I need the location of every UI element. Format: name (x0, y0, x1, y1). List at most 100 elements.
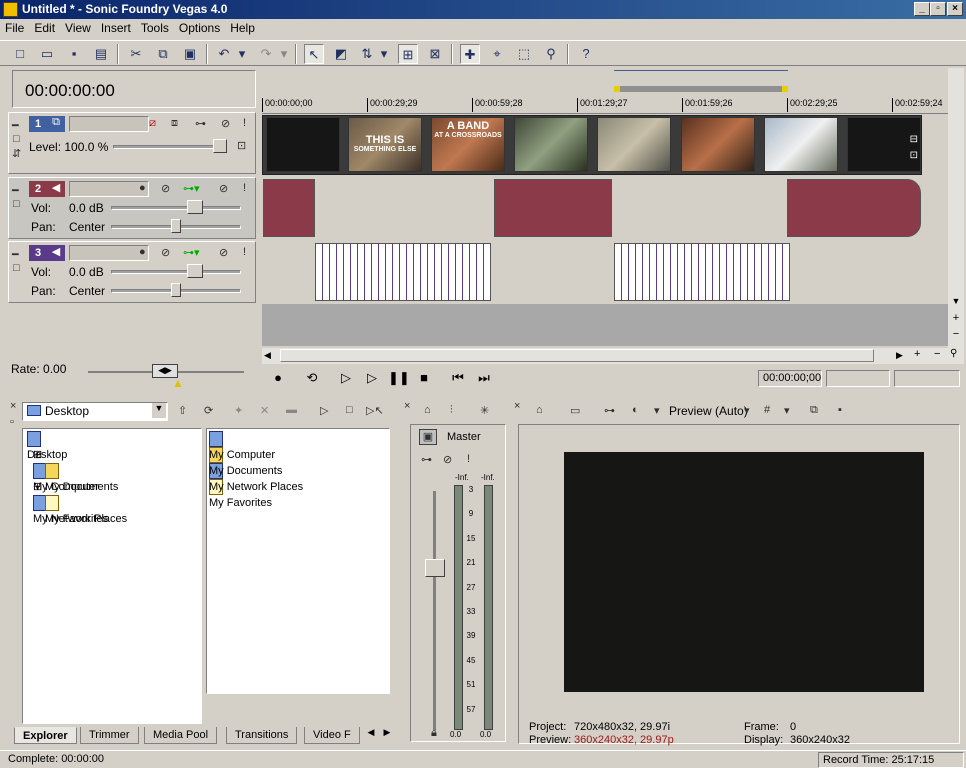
loop-region-bar[interactable] (614, 86, 788, 92)
tab-video-fx[interactable]: Video F (304, 727, 360, 744)
split-screen-icon[interactable]: ◐ (632, 404, 639, 416)
close-docked-window-icon[interactable]: × (10, 400, 16, 412)
close-button[interactable]: × (947, 2, 963, 16)
level-slider-thumb[interactable] (213, 139, 227, 153)
preview-quality[interactable]: Preview (Auto) (669, 404, 748, 418)
compositing-icon[interactable]: ⊡ (237, 139, 246, 152)
scroll-right-icon[interactable]: ▶ (896, 350, 903, 361)
tab-explorer[interactable]: Explorer (14, 727, 77, 744)
loop-end-handle[interactable] (782, 86, 788, 92)
tab-media-pool[interactable]: Media Pool (144, 727, 218, 744)
overlays-dropdown-icon[interactable]: ▾ (784, 404, 790, 417)
undo-dropdown-icon[interactable]: ▾ (236, 44, 248, 64)
overlays-icon[interactable]: # (764, 404, 770, 416)
zoom-out-vertical-icon[interactable]: − (949, 328, 963, 342)
loop-start-handle[interactable] (614, 86, 620, 92)
stop-icon[interactable]: ■ (414, 368, 434, 388)
preview-quality-dropdown-icon[interactable]: ▾ (744, 404, 750, 417)
track-name-field[interactable] (69, 181, 149, 197)
invert-phase-icon[interactable]: ⊘ (161, 182, 170, 195)
record-arm-icon[interactable]: ● (139, 182, 146, 194)
tab-trimmer[interactable]: Trimmer (80, 727, 139, 744)
pan-slider-thumb[interactable] (171, 283, 181, 297)
collapse-icon[interactable]: ━ (12, 184, 19, 197)
add-to-favorites-icon[interactable]: ✦ (234, 404, 243, 417)
pan-slider-thumb[interactable] (171, 219, 181, 233)
track-fx-icon[interactable]: ⊶ (195, 117, 206, 130)
up-one-level-icon[interactable]: ⇧ (178, 404, 187, 417)
insert-bus-icon[interactable]: ⫶ (450, 404, 453, 417)
auto-preview-icon[interactable]: ▷↖ (366, 404, 384, 417)
track-name-field[interactable] (69, 245, 149, 261)
lock-envelopes-icon[interactable]: ✚ (460, 44, 480, 64)
tree-item-desktop[interactable]: Desktop (27, 431, 201, 461)
record-arm-icon[interactable]: ● (139, 246, 146, 258)
tree-item-my-documents[interactable]: My Documents (27, 463, 201, 493)
track-name-field[interactable] (69, 116, 149, 132)
track-header-audio-2[interactable]: 2 ◀ ● ⊘ ⊶▾ ⊘ ! Vol: 0.0 dB Pan: Center ━… (8, 177, 256, 239)
minimize-track-icon[interactable]: □ (13, 133, 20, 145)
volume-slider-thumb[interactable] (187, 200, 203, 214)
file-list[interactable]: My Computer My Documents My Network Plac… (206, 428, 390, 694)
ignore-grouping-icon[interactable]: ⌖ (487, 44, 507, 64)
delete-icon[interactable]: ✕ (260, 404, 269, 417)
menu-file[interactable]: File (0, 19, 29, 35)
zoom-in-horizontal-icon[interactable]: + (914, 348, 920, 360)
master-fader-track[interactable] (433, 491, 436, 731)
audio-event[interactable] (263, 179, 315, 237)
tab-transitions[interactable]: Transitions (226, 727, 298, 744)
snapping-icon[interactable]: ⇅ (357, 44, 377, 64)
collapse-icon[interactable]: ━ (12, 248, 19, 261)
save-snapshot-icon[interactable]: ▪ (838, 404, 842, 416)
empty-track-area[interactable] (262, 304, 948, 346)
whats-this-help-icon[interactable]: ? (576, 44, 596, 64)
tab-scroll-right-icon[interactable]: ▶ (380, 727, 394, 743)
track-header-audio-3[interactable]: 3 ◀ ● ⊘ ⊶▾ ⊘ ! Vol: 0.0 dB Pan: Center ━… (8, 241, 256, 303)
cursor-position-field[interactable]: 00:00:00;00 (758, 370, 822, 387)
master-fader-thumb[interactable] (425, 559, 445, 577)
track-fx-icon[interactable]: ⊶▾ (183, 182, 200, 195)
open-icon[interactable]: ▭ (37, 44, 57, 64)
copy-icon[interactable]: ⧉ (153, 44, 173, 64)
mixer-properties-icon[interactable]: ⌂ (424, 404, 431, 416)
play-icon[interactable]: ▷ (362, 368, 382, 388)
zoom-out-horizontal-icon[interactable]: − (934, 348, 940, 360)
marker-bar[interactable] (262, 68, 948, 94)
paste-icon[interactable]: ▣ (180, 44, 200, 64)
video-fx-icon[interactable]: ⊶ (604, 404, 615, 417)
scroll-thumb[interactable] (280, 349, 874, 362)
mute-icon[interactable]: ⊘ (219, 182, 228, 195)
menu-options[interactable]: Options (174, 19, 225, 35)
go-to-end-icon[interactable]: ⏭ (474, 368, 494, 388)
zoom-in-vertical-icon[interactable]: + (949, 312, 963, 326)
scroll-left-icon[interactable]: ◀ (264, 350, 271, 361)
menu-view[interactable]: View (60, 19, 96, 35)
audio-event[interactable] (315, 243, 491, 301)
loop-playback-icon[interactable]: ⟲ (302, 368, 322, 388)
selection-start-field[interactable] (826, 370, 890, 387)
crossfade-icon[interactable]: ⊠ (425, 44, 445, 64)
selection-tool-icon[interactable]: ⬚ (514, 44, 534, 64)
audio-event[interactable] (614, 243, 790, 301)
volume-slider[interactable] (111, 206, 241, 210)
refresh-icon[interactable]: ⟳ (204, 404, 213, 417)
menu-help[interactable]: Help (225, 19, 260, 35)
maximize-button[interactable]: ▫ (930, 2, 946, 16)
minimize-track-icon[interactable]: □ (13, 198, 20, 210)
scroll-down-icon[interactable]: ▼ (949, 296, 963, 310)
menu-edit[interactable]: Edit (29, 19, 60, 35)
preview-properties-icon[interactable]: ⌂ (536, 404, 543, 416)
volume-slider[interactable] (111, 270, 241, 274)
preview-play-icon[interactable]: ▷ (320, 404, 328, 417)
redo-icon[interactable]: ↷ (256, 44, 276, 64)
record-icon[interactable]: ● (268, 368, 288, 388)
solo-icon[interactable]: ! (243, 246, 246, 258)
master-solo-icon[interactable]: ! (467, 453, 470, 465)
mute-icon[interactable]: ⊘ (219, 246, 228, 259)
close-docked-window-icon[interactable]: × (404, 400, 410, 412)
timeline-horizontal-scrollbar[interactable]: ◀ ▶ + − ⚲ (262, 348, 962, 364)
audio-event[interactable] (787, 179, 921, 237)
insert-fx-icon[interactable]: ✳ (480, 404, 489, 417)
collapse-icon[interactable]: ━ (12, 119, 19, 132)
chevron-down-icon[interactable]: ▼ (152, 403, 166, 418)
